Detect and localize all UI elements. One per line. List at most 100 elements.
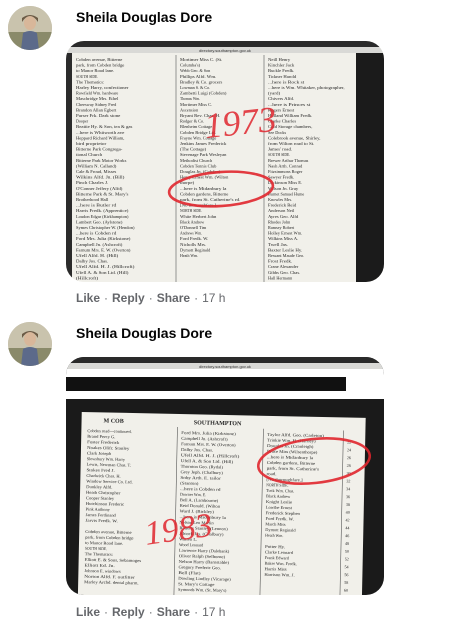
reply-button[interactable]: Reply [112,605,145,619]
directory-entry: Ford Fredk. W. [180,236,208,241]
directory-entry: ...here is Cobden rd [76,231,117,236]
directory-entry: (yard) [268,91,281,96]
directory-entry: Symonds Wm. (St. Mary's) [178,587,227,593]
directory-entry: Anderson Neil [268,208,295,213]
like-button[interactable]: Like [76,605,100,619]
separator-dot: · [148,291,153,305]
directory-entry: Jarvis Fredk. W. [85,518,117,524]
directory-entry: Phillips Alfd. Wm. [180,74,216,79]
directory-entry: Ufell Alfd. H. J. (Hillcroft) [76,264,135,269]
directory-entry: Nicholls Mrs. [180,242,206,247]
directory-entry: Gibbs Geo. Chas. [268,270,300,275]
directory-entry: Ufell Alfd. H. (Hill) [76,253,119,258]
directory-entry: SOUTH SIDE. [85,546,107,551]
comment-photo[interactable]: directory.southampton.gov.uk Cobden aven… [66,41,384,282]
directory-entry: Rhodes John [268,219,291,224]
directory-entry: Brandon Allan Egbert [76,107,117,112]
directory-entry: Mascbridge Mrs. Ethel [76,96,119,101]
comment-author[interactable]: Sheila Douglas Dore [76,325,212,341]
directory-entry: 32 [346,479,350,484]
directory-entry: Buckle Fredk. [268,68,294,73]
directory-entry: Mortimer Miss C. (St. [180,57,222,62]
avatar[interactable] [8,6,52,50]
directory-entry: Fitzsimmons Roger [268,169,303,174]
directory-entry: James' road. [268,147,292,152]
directory-entry: Dymott Reginald [180,247,211,252]
directory-entry: Cobden Tennis Club [180,163,216,168]
directory-entry: bird proprietor [76,141,107,146]
share-button[interactable]: Share [157,605,190,619]
directory-entry: 46 [345,533,349,538]
directory-entry: Ufell A. & Son Ltd. (Hill) [76,270,129,275]
comment-photo[interactable]: directory.southampton.gov.uk M COB SOUTH… [66,357,384,595]
directory-entry: Harris Fredk. (Apprentice) [76,208,129,213]
directory-entry: road. [266,471,276,476]
directory-entry: NORTH SIDE. [180,208,202,213]
directory-entry: Bradley & Co. grocers [180,79,223,84]
comment-author[interactable]: Sheila Douglas Dore [76,9,212,25]
directory-entry: ...here is Butler rd [76,203,118,208]
directory-entry: Brewer Arthur Thomas [268,158,309,163]
directory-entry: 50 [345,549,349,554]
directory-entry: Farnum Mrs. E. W. (Overton) [76,247,131,252]
directory-entry: Wilkins Alfd. Jn. (Bill) [76,175,125,180]
directory-entry: Heath Wm. [180,253,198,258]
directory-entry: SOUTH SIDE. [268,152,290,157]
separator-dot: · [194,291,199,305]
directory-entry: Neill Henry [268,57,291,62]
directory-entry: (Hillcroft) [76,275,99,280]
comment-1: Sheila Douglas Dore directory.southampto… [0,0,462,316]
directory-entry: Columba's) [180,63,201,68]
comment-timestamp[interactable]: 17 h [202,605,225,619]
directory-entry: tional Church [76,152,103,157]
directory-entry: Frederick Reid [268,203,297,208]
directory-entry: Loudon Edgar (Kirkhampton) [76,214,129,219]
directory-entry: 26 [347,455,351,460]
directory-entry: 36 [346,494,350,499]
like-button[interactable]: Like [76,291,100,305]
share-button[interactable]: Share [157,291,190,305]
handwritten-year-annotation: 1973 [202,99,278,146]
directory-entry: Rodger & Co. [180,119,204,124]
directory-entry: 40 [346,510,350,515]
directory-entry: Crane Alexander [268,264,299,269]
photo-url: directory.southampton.gov.uk [199,48,251,53]
separator-dot: · [104,605,109,619]
directory-entry: Baxter Leslie Hy. [268,247,302,252]
directory-entry: Cheesway Sidney Fred [76,102,117,107]
directory-entry: Holley Ernest Wm. [268,231,302,236]
directory-entry: Pinch Charles J. [76,180,108,185]
directory-entry: 56 [344,572,348,577]
directory-entry: 38 [346,502,350,507]
directory-entry: Harrison Wm. J. [264,572,294,578]
directory-entry: ...here is Rock st [268,79,305,84]
directory-entry: Twell Jas. [268,242,288,247]
directory-entry: 60 [344,588,348,593]
directory-entry: Zambetti Luigi (Cobden) [180,91,227,96]
directory-entry: The Thematics: [76,79,104,84]
directory-entry: Ayres Geo. Alfd [268,214,299,219]
avatar[interactable] [8,322,52,366]
comment-timestamp[interactable]: 17 h [202,291,225,305]
directory-entry: Bessant Maude Geo. [268,253,304,258]
page-header-center: SOUTHAMPTON [194,420,242,427]
directory-entry: O'Conner Jeffery (Alfd) [76,186,123,191]
directory-entry: Symes Christopher W. (Hendon) [76,225,135,230]
directory-entry: Lowman S. & Co. [180,85,210,90]
directory-entry: Thomas Wm. [180,96,200,101]
directory-entry: 58 [344,580,348,585]
photo-url: directory.southampton.gov.uk [199,364,251,369]
directory-entry: Methodist Church [180,158,213,163]
separator-dot: · [148,605,153,619]
directory-entry: Burnet Samuel Hume [268,191,304,196]
directory-entry: SOUTH SIDE. [76,74,98,79]
directory-entry: Dooper [76,119,89,124]
directory-entry: Rowfield Wm. hardware [76,91,118,96]
reply-button[interactable]: Reply [112,291,145,305]
directory-entry: Ascension [180,107,199,112]
directory-entry: Ramsey Robert [268,225,295,230]
directory-entry: Harris Miss [264,566,287,571]
directory-entry: White Herbert John [180,214,217,219]
avatar-photo [8,322,52,366]
directory-page-image: directory.southampton.gov.uk M COB SOUTH… [66,357,384,595]
